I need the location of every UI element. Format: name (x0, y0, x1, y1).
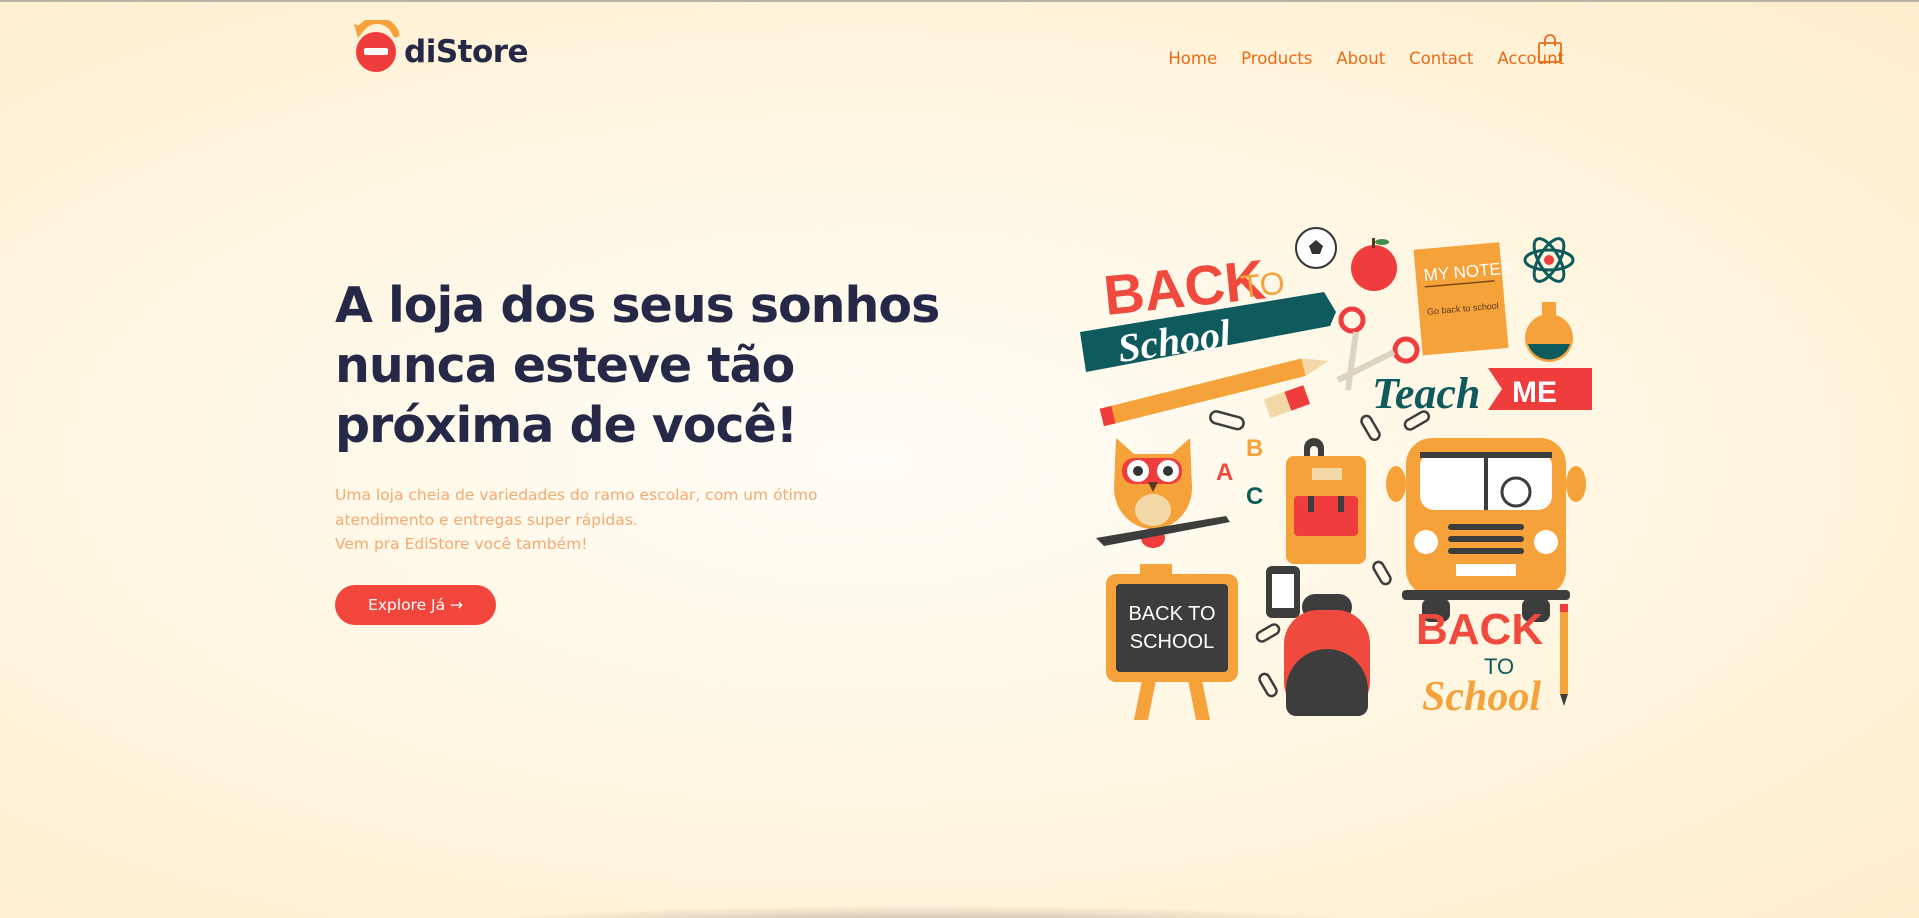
letter-a: A (1216, 459, 1233, 486)
main-nav: Home Products About Contact Account (1144, 49, 1564, 68)
eraser-icon (1263, 385, 1311, 419)
hero-title: A loja dos seus sonhos nunca esteve tão … (335, 277, 940, 454)
hero-description-line-2: Vem pra EdiStore você também! (335, 535, 588, 553)
phone-icon (1266, 566, 1300, 618)
back-to-school-illustration: BACK TO School MY NOTES Go back to schoo… (1080, 227, 1592, 720)
board-line-2: SCHOOL (1130, 631, 1214, 653)
nav-about[interactable]: About (1336, 49, 1385, 68)
nav-contact[interactable]: Contact (1409, 49, 1473, 68)
illustration-teach-text: Teach (1372, 369, 1480, 418)
school-bus-icon (1386, 438, 1586, 622)
letter-c: C (1246, 483, 1263, 510)
bottom-section-shadow (460, 905, 1380, 918)
illustration-me-text: ME (1512, 376, 1557, 409)
letter-b: B (1246, 435, 1263, 462)
logo-text: diStore (404, 34, 529, 70)
owl-icon (1096, 438, 1230, 548)
nav-products[interactable]: Products (1241, 49, 1312, 68)
board-line-1: BACK TO (1128, 603, 1215, 625)
logo[interactable]: diStore (352, 20, 529, 74)
bottom-school-text: School (1422, 674, 1541, 720)
explore-button[interactable]: Explore Já → (335, 585, 496, 625)
flask-icon (1525, 302, 1573, 362)
shopping-bag-icon[interactable] (1537, 34, 1563, 64)
hero-description: Uma loja cheia de variedades do ramo esc… (335, 483, 895, 557)
my-notes-card: MY NOTES Go back to school (1413, 242, 1513, 356)
nav-home[interactable]: Home (1168, 49, 1217, 68)
small-pencil-icon (1560, 604, 1568, 706)
backpack-small-icon (1286, 438, 1366, 564)
window-top-border (0, 0, 1919, 2)
soccer-ball-icon (1295, 227, 1337, 269)
chalkboard-icon: BACK TO SCHOOL (1106, 564, 1238, 720)
atom-icon (1523, 237, 1575, 283)
bottom-back-text: BACK (1416, 605, 1543, 654)
logo-mark-icon (354, 20, 400, 72)
apple-icon (1351, 238, 1397, 291)
illustration-to-text: TO (1239, 265, 1286, 305)
hero-description-line-1: Uma loja cheia de variedades do ramo esc… (335, 486, 818, 529)
